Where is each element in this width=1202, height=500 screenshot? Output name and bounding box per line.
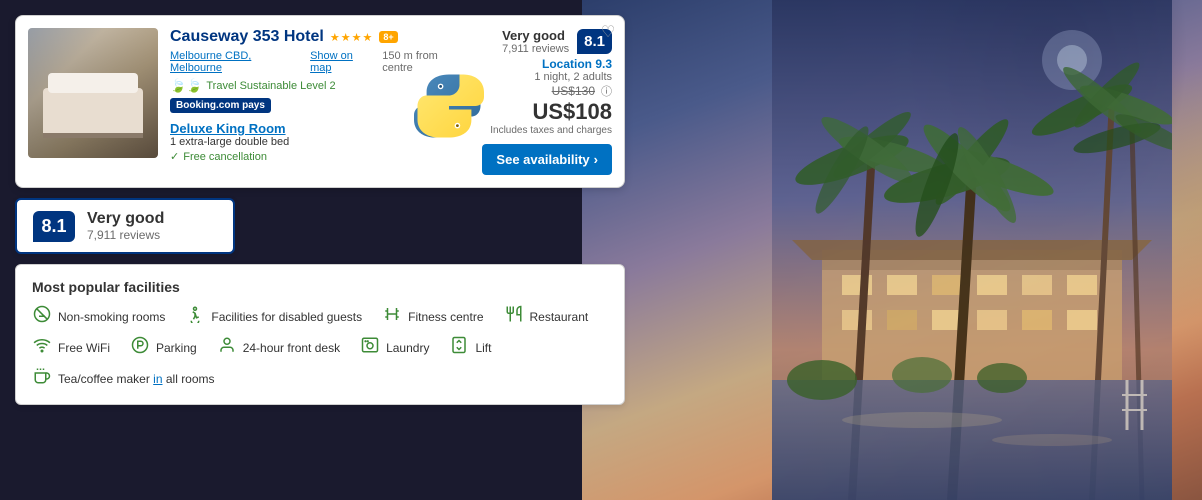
- restaurant-label: Restaurant: [530, 310, 589, 324]
- wifi-icon: [32, 336, 52, 359]
- front-desk-label: 24-hour front desk: [243, 341, 340, 355]
- facility-laundry: Laundry: [360, 336, 429, 359]
- hotel-stars: ★★★★: [330, 31, 373, 44]
- hotel-name-row: Causeway 353 Hotel ★★★★ 8+: [170, 28, 470, 46]
- lift-icon: [449, 336, 469, 359]
- sustainable-text: Travel Sustainable Level 2: [206, 80, 335, 92]
- non-smoking-label: Non-smoking rooms: [58, 310, 165, 324]
- facilities-row-3: Tea/coffee maker in all rooms: [32, 367, 608, 390]
- facilities-title: Most popular facilities: [32, 279, 608, 295]
- tea-coffee-icon: [32, 367, 52, 390]
- hotel-card: ♡ Causeway 353 Hotel ★★★★ 8+ Melbourne C…: [15, 15, 625, 188]
- in-all-rooms-link[interactable]: in: [153, 372, 162, 386]
- hotel-info-section: Causeway 353 Hotel ★★★★ 8+ Melbourne CBD…: [170, 28, 470, 175]
- laundry-icon: [360, 336, 380, 359]
- content-area: ♡ Causeway 353 Hotel ★★★★ 8+ Melbourne C…: [0, 0, 640, 500]
- wifi-label: Free WiFi: [58, 341, 110, 355]
- score-text-block: Very good 7,911 reviews: [87, 210, 164, 242]
- see-availability-button[interactable]: See availability ›: [482, 144, 612, 175]
- front-desk-icon: [217, 336, 237, 359]
- facilities-row-2: Free WiFi Parking 24-hour front desk: [32, 336, 608, 359]
- location-score: Location 9.3: [542, 57, 612, 71]
- info-icon: ⓘ: [601, 83, 612, 99]
- facility-wifi: Free WiFi: [32, 336, 110, 359]
- lift-label: Lift: [475, 341, 491, 355]
- fitness-label: Fitness centre: [408, 310, 483, 324]
- taxes-text: Includes taxes and charges: [482, 125, 612, 136]
- facility-tea-coffee: Tea/coffee maker in all rooms: [32, 367, 215, 390]
- non-smoking-icon: [32, 305, 52, 328]
- hotel-name[interactable]: Causeway 353 Hotel: [170, 28, 324, 46]
- tea-coffee-label: Tea/coffee maker in all rooms: [58, 372, 215, 386]
- facility-fitness: Fitness centre: [382, 305, 483, 328]
- original-price: US$130: [552, 84, 595, 98]
- hotel-image: [28, 28, 158, 158]
- award-badge: 8+: [379, 31, 397, 43]
- facilities-grid: Non-smoking rooms Facilities for disable…: [32, 305, 608, 390]
- facility-front-desk: 24-hour front desk: [217, 336, 340, 359]
- nights-adults: 1 night, 2 adults: [482, 71, 612, 83]
- booking-pays-badge: Booking.com pays: [170, 98, 271, 113]
- laundry-label: Laundry: [386, 341, 429, 355]
- palm-trees-decoration: [772, 0, 1172, 500]
- facility-lift: Lift: [449, 336, 491, 359]
- facility-non-smoking: Non-smoking rooms: [32, 305, 165, 328]
- review-count: 7,911 reviews: [502, 43, 569, 55]
- current-price: US$108: [482, 99, 612, 125]
- disabled-label: Facilities for disabled guests: [211, 310, 362, 324]
- disabled-icon: [185, 305, 205, 328]
- location-link[interactable]: Melbourne CBD, Melbourne: [170, 50, 304, 74]
- score-box: 8.1: [33, 211, 75, 242]
- leaf-icons: 🍃🍃: [170, 78, 202, 94]
- facilities-card: Most popular facilities Non-smoking room…: [15, 264, 625, 405]
- parking-label: Parking: [156, 341, 197, 355]
- background-image: [582, 0, 1202, 500]
- facility-restaurant: Restaurant: [504, 305, 589, 328]
- facility-disabled: Facilities for disabled guests: [185, 305, 362, 328]
- score-card: 8.1 Very good 7,911 reviews: [15, 198, 235, 254]
- parking-icon: [130, 336, 150, 359]
- price-section: Very good 7,911 reviews 8.1 Location 9.3…: [482, 28, 612, 175]
- cancellation-badge: ✓ Free cancellation: [170, 150, 470, 163]
- review-label: Very good: [502, 28, 569, 43]
- facility-parking: Parking: [130, 336, 197, 359]
- score-reviews: 7,911 reviews: [87, 228, 164, 242]
- show-on-map-link[interactable]: Show on map: [310, 50, 376, 74]
- facilities-row-1: Non-smoking rooms Facilities for disable…: [32, 305, 608, 328]
- restaurant-icon: [504, 305, 524, 328]
- score-label: Very good: [87, 210, 164, 228]
- bed-shape-decoration: [43, 88, 143, 138]
- pricing-block: 1 night, 2 adults US$130 ⓘ US$108 Includ…: [482, 71, 612, 175]
- review-top: Very good 7,911 reviews 8.1 Location 9.3: [502, 28, 612, 71]
- cancellation-text: Free cancellation: [183, 151, 267, 163]
- fitness-icon: [382, 305, 402, 328]
- python-logo: [414, 71, 484, 141]
- wishlist-icon[interactable]: ♡: [598, 22, 618, 42]
